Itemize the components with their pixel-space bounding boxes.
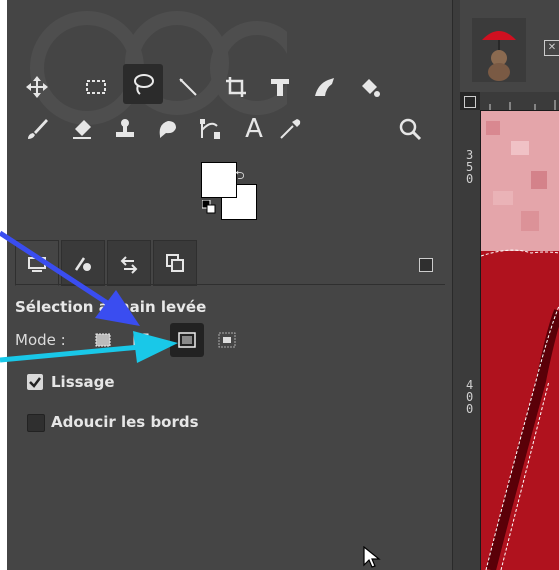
annotation-arrows (0, 230, 178, 363)
